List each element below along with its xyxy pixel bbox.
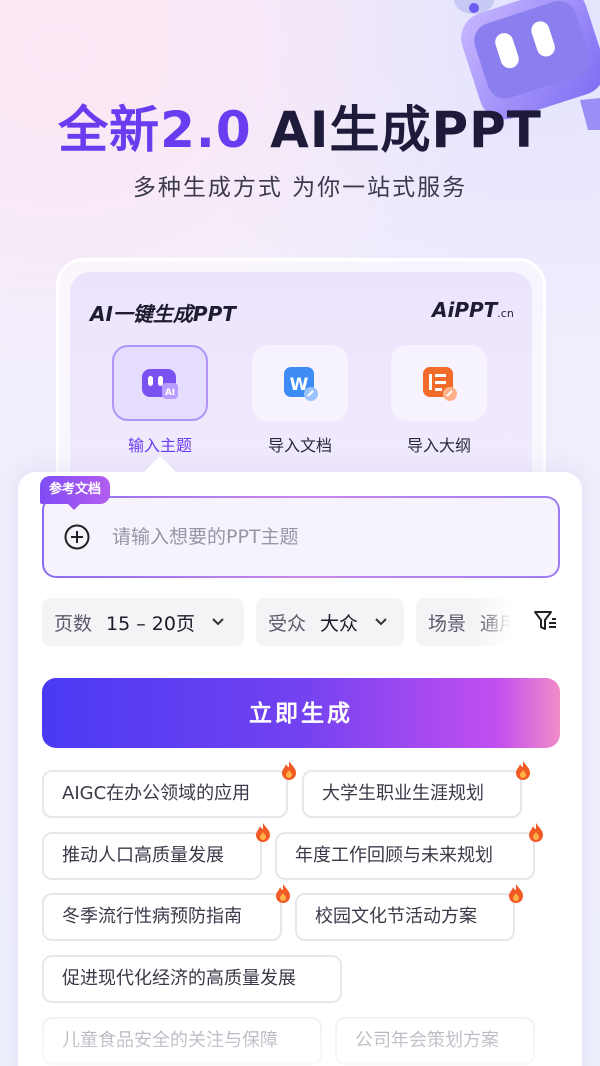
- suggestion-chip[interactable]: 大学生职业生涯规划: [302, 770, 522, 818]
- headline-version: 全新2.0: [58, 101, 252, 159]
- mode-label-import-doc: 导入文档: [267, 436, 332, 455]
- svg-text:AI: AI: [165, 388, 175, 398]
- suggestion-chip[interactable]: 儿童食品安全的关注与保障: [42, 1017, 322, 1065]
- suggestion-chip[interactable]: 校园文化节活动方案: [295, 893, 515, 941]
- mode-import-doc-button[interactable]: W: [252, 345, 348, 421]
- audience-value: 大众: [320, 612, 359, 635]
- chevron-down-icon: [375, 618, 387, 626]
- topic-input[interactable]: [112, 526, 492, 548]
- brand-suffix: .cn: [497, 307, 514, 320]
- pages-label: 页数: [54, 612, 93, 635]
- reference-doc-tag[interactable]: 参考文档: [40, 476, 111, 510]
- suggestion-chip[interactable]: 公司年会策划方案: [335, 1017, 535, 1065]
- pages-select[interactable]: 页数 15 – 20页: [42, 598, 244, 646]
- suggestion-chip[interactable]: AIGC在办公领域的应用: [42, 770, 288, 818]
- suggestion-chip[interactable]: 推动人口高质量发展: [42, 832, 262, 880]
- page-subtitle: 多种生成方式 为你一站式服务: [132, 175, 468, 201]
- robot-icon: AI: [142, 369, 178, 399]
- pages-value: 15 – 20页: [106, 612, 195, 635]
- fire-hot-icon: [529, 823, 543, 842]
- fire-hot-icon: [282, 761, 296, 780]
- fire-hot-icon: [516, 761, 530, 780]
- card-title: AI一键生成PPT: [90, 302, 236, 326]
- headline-product: AI生成PPT: [270, 101, 542, 159]
- filter-icon[interactable]: [532, 608, 558, 634]
- audience-label: 受众: [268, 612, 307, 635]
- scene-label: 场景: [428, 612, 467, 635]
- brand-logo: AiPPT.cn: [432, 298, 514, 322]
- fire-hot-icon: [276, 884, 290, 903]
- options-scroll-fade: [470, 598, 510, 646]
- mode-import-outline-button[interactable]: [391, 345, 487, 421]
- add-circle-icon[interactable]: [64, 524, 90, 550]
- decor-bubble-icon: [454, 0, 494, 14]
- fire-hot-icon: [509, 884, 523, 903]
- word-doc-icon: W: [284, 367, 318, 401]
- suggestion-chip[interactable]: 促进现代化经济的高质量发展: [42, 955, 342, 1003]
- generate-button[interactable]: 立即生成: [42, 678, 560, 748]
- suggestion-chip[interactable]: 冬季流行性病预防指南: [42, 893, 282, 941]
- fire-hot-icon: [256, 823, 270, 842]
- audience-select[interactable]: 受众 大众: [256, 598, 404, 646]
- mode-label-input-topic: 输入主题: [127, 436, 192, 455]
- page-headline: 全新2.0 AI生成PPT: [0, 90, 600, 162]
- mode-input-topic-button[interactable]: AI: [112, 345, 208, 421]
- chevron-down-icon: [212, 618, 224, 626]
- mode-label-import-outline: 导入大纲: [406, 436, 471, 455]
- active-mode-pointer: [144, 456, 176, 472]
- topic-input-box: [42, 496, 560, 578]
- suggestion-chip[interactable]: 年度工作回顾与未来规划: [275, 832, 535, 880]
- brand-name: AiPPT: [432, 298, 498, 322]
- outline-icon: [423, 367, 457, 401]
